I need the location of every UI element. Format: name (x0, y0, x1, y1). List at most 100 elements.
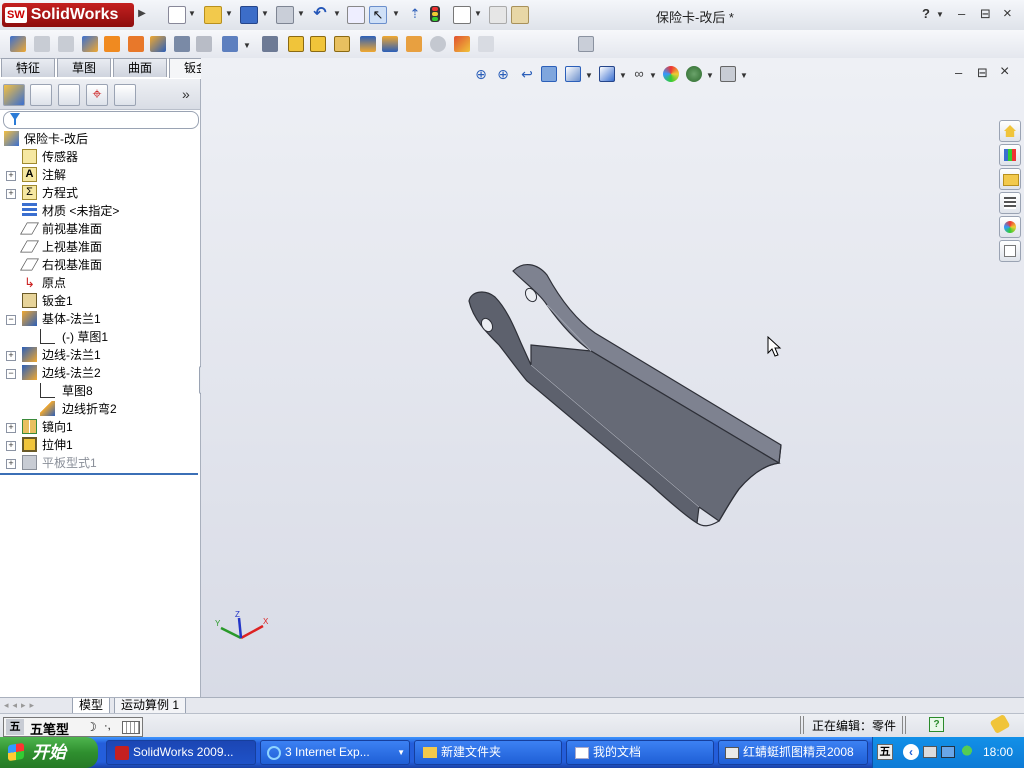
tray-network-icon[interactable] (941, 746, 955, 758)
task-pane-appearances-icon[interactable] (999, 216, 1021, 238)
cross-break-icon[interactable] (196, 36, 212, 52)
fold-icon[interactable] (382, 36, 398, 52)
start-button[interactable]: 开始 (0, 737, 98, 768)
restore-button[interactable]: ⊟ (980, 7, 991, 21)
configurationmanager-tab-icon[interactable] (58, 84, 80, 106)
expand-toggle[interactable]: + (6, 351, 16, 361)
graphics-area[interactable]: ⊕ ⊕ ↩ ▼ ▼ ∞ ▼ ▼ ▼ – ⊟ × X Y Z (201, 58, 1024, 697)
rip-icon[interactable] (454, 36, 470, 52)
ime-punct-icon[interactable]: ·, (104, 720, 111, 732)
featuremanager-tab-icon[interactable] (3, 84, 25, 106)
previous-view-icon[interactable]: ↩ (519, 66, 535, 82)
tab-motion-study[interactable]: 运动算例 1 (114, 698, 187, 714)
solidworks-logo[interactable]: SW SolidWorks (2, 3, 134, 27)
break-corner-icon[interactable] (288, 36, 304, 52)
ime-toolbar[interactable]: 五 五笔型 ☽ ·, (3, 717, 143, 737)
hide-show-items-icon[interactable]: ∞ (631, 66, 647, 82)
scene-dropdown-icon[interactable]: ▼ (706, 68, 714, 84)
tray-camera-icon[interactable] (923, 746, 937, 758)
paste-icon[interactable] (511, 6, 529, 24)
expand-toggle[interactable]: + (6, 171, 16, 181)
undo-icon[interactable]: ↶ (312, 6, 328, 22)
open-dropdown-icon[interactable]: ▼ (225, 6, 233, 22)
rollback-bar[interactable] (0, 473, 198, 475)
close-button[interactable]: × (1003, 6, 1012, 21)
clock[interactable]: 18:00 (983, 745, 1013, 759)
display-style-icon[interactable] (599, 66, 615, 82)
dimxpert-tab-icon[interactable]: ⌖ (86, 84, 108, 106)
corner-dropdown-icon[interactable]: ▼ (243, 38, 251, 54)
collapse-toggle[interactable]: − (6, 315, 16, 325)
help-button[interactable]: ? (922, 7, 930, 21)
taskbar-item-screenshot-tool[interactable]: 红蜻蜓抓图精灵2008 (718, 740, 868, 765)
open-folder-icon[interactable] (204, 6, 222, 24)
tray-ime-icon[interactable]: 五 (877, 744, 893, 760)
task-pane-view-palette-icon[interactable] (999, 192, 1021, 214)
jog-icon[interactable] (150, 36, 166, 52)
minimize-button[interactable]: – (958, 7, 965, 21)
options-list-icon[interactable] (453, 6, 471, 24)
tray-umbrella-icon[interactable] (960, 745, 974, 759)
expand-toggle[interactable]: + (6, 189, 16, 199)
panel-expand-icon[interactable]: » (182, 86, 190, 102)
print-icon[interactable] (276, 6, 294, 24)
collapse-toggle[interactable]: − (6, 369, 16, 379)
tray-show-hidden-icon[interactable]: ‹ (903, 744, 919, 760)
lofted-bend-icon[interactable] (58, 36, 74, 52)
copy-icon[interactable] (489, 6, 507, 24)
viewport-close-button[interactable]: × (1000, 63, 1009, 81)
edge-flange-tool-icon[interactable] (82, 36, 98, 52)
expand-toggle[interactable]: + (6, 459, 16, 469)
unfold-icon[interactable] (360, 36, 376, 52)
tab-features[interactable]: 特征 (1, 58, 55, 77)
edit-appearance-icon[interactable] (663, 66, 679, 82)
expand-toggle[interactable]: + (6, 423, 16, 433)
tab-scroll-arrows-icon[interactable]: ◂◂▸▸ (4, 700, 64, 711)
sheetmetal-part-model[interactable] (451, 253, 791, 543)
taskbar-item-ie[interactable]: 3 Internet Exp... ▼ (260, 740, 410, 765)
display-manager-tab-icon[interactable] (114, 84, 136, 106)
welded-corner-icon[interactable] (262, 36, 278, 52)
taskbar-item-solidworks[interactable]: SolidWorks 2009... (106, 740, 256, 765)
viewport-restore-button[interactable]: ⊟ (977, 65, 988, 81)
save-icon[interactable] (240, 6, 258, 24)
closed-corner-icon[interactable] (222, 36, 238, 52)
tab-sketch[interactable]: 草图 (57, 58, 111, 77)
save-dropdown-icon[interactable]: ▼ (261, 6, 269, 22)
vent-icon[interactable] (334, 36, 350, 52)
base-flange-tool-icon[interactable] (10, 36, 26, 52)
flatten-icon[interactable] (406, 36, 422, 52)
miter-flange-icon[interactable] (104, 36, 120, 52)
tab-surfaces[interactable]: 曲面 (113, 58, 167, 77)
status-help-icon[interactable]: ? (929, 717, 944, 732)
section-view-icon[interactable] (541, 66, 557, 82)
select-dropdown-icon[interactable]: ▼ (392, 6, 400, 22)
view-orientation-icon[interactable] (565, 66, 581, 82)
view-settings-icon[interactable] (720, 66, 736, 82)
zoom-to-fit-icon[interactable]: ⊕ (473, 66, 489, 82)
expand-toggle[interactable]: + (6, 441, 16, 451)
select-pointer-icon[interactable]: ↖ (369, 6, 387, 24)
propertymanager-tab-icon[interactable] (30, 84, 52, 106)
hide-show-dropdown-icon[interactable]: ▼ (649, 68, 657, 84)
help-dropdown-icon[interactable]: ▼ (936, 7, 944, 23)
viewport-minimize-button[interactable]: – (955, 65, 962, 80)
taskbar-item-new-folder[interactable]: 新建文件夹 (414, 740, 562, 765)
tree-filter[interactable] (3, 111, 199, 129)
menu-arrow-icon[interactable]: ▶ (134, 6, 150, 22)
new-document-icon[interactable] (168, 6, 186, 24)
task-pane-design-library-icon[interactable] (999, 144, 1021, 166)
display-style-dropdown-icon[interactable]: ▼ (619, 68, 627, 84)
view-orientation-dropdown-icon[interactable]: ▼ (585, 68, 593, 84)
view-settings-dropdown-icon[interactable]: ▼ (740, 68, 748, 84)
simple-hole-icon[interactable] (310, 36, 326, 52)
new-dropdown-icon[interactable]: ▼ (188, 6, 196, 22)
traffic-light-icon[interactable] (430, 6, 440, 22)
undo-dropdown-icon[interactable]: ▼ (333, 6, 341, 22)
rebuild-icon[interactable]: ⇡ (407, 6, 423, 22)
taskbar-item-my-documents[interactable]: 我的文档 (566, 740, 714, 765)
task-pane-file-explorer-icon[interactable] (999, 168, 1021, 190)
task-pane-home-icon[interactable] (999, 120, 1021, 142)
apply-scene-icon[interactable] (686, 66, 702, 82)
insert-bends-icon[interactable] (478, 36, 494, 52)
